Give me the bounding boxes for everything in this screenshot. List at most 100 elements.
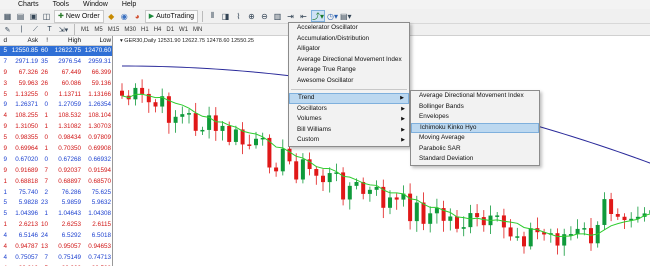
- text-tool-icon[interactable]: T: [44, 24, 55, 36]
- table-cell: 0.68897: [58, 177, 81, 185]
- menu-charts[interactable]: Charts: [18, 0, 39, 9]
- new-order-icon: ✚: [58, 13, 64, 20]
- timeframe-d1[interactable]: D1: [165, 27, 175, 33]
- menu-item-accelerator-oscillator[interactable]: Accelerator Oscillator: [289, 23, 409, 34]
- table-cell: 26: [40, 79, 48, 87]
- signals-icon[interactable]: ◕: [132, 10, 143, 22]
- candle-body: [193, 113, 198, 131]
- table-row[interactable]: 9 0.67020 0 0.67268 0.66932: [0, 154, 112, 165]
- table-row[interactable]: 9 0.91689 7 0.92037 0.91594: [0, 165, 112, 176]
- market-icon[interactable]: ◉: [119, 10, 130, 22]
- table-row[interactable]: 5 12550.85 60 12622.75 12470.60: [0, 45, 112, 56]
- zoom-in-icon[interactable]: ⊕: [246, 10, 257, 22]
- table-row[interactable]: 1 2.6213 10 2.6253 2.6115: [0, 219, 112, 230]
- timeframe-m5[interactable]: M5: [93, 27, 103, 33]
- table-cell: 4: [3, 232, 7, 240]
- menu-window[interactable]: Window: [83, 0, 108, 9]
- submenu-item-moving-average[interactable]: Moving Average: [411, 133, 539, 144]
- submenu-item-envelopes[interactable]: Envelopes: [411, 112, 539, 123]
- new-chart-icon[interactable]: ▦: [2, 10, 13, 22]
- table-cell: 9: [3, 144, 7, 152]
- templates-icon[interactable]: ▤▾: [340, 10, 352, 22]
- menu-item-alligator[interactable]: Alligator: [289, 44, 409, 55]
- tile-windows-icon[interactable]: ▥: [272, 10, 283, 22]
- navigator-icon[interactable]: ◫: [41, 10, 52, 22]
- timeframe-m15[interactable]: M15: [107, 27, 121, 33]
- indicators-icon[interactable]: ⤴▾: [310, 10, 325, 22]
- bar-chart-icon[interactable]: ⫴: [207, 10, 218, 22]
- candle-body: [374, 186, 379, 190]
- trendline-icon[interactable]: ⟋: [30, 24, 41, 36]
- menu-item-awesome-oscillator[interactable]: Awesome Oscillator: [289, 76, 409, 87]
- metaeditor-icon[interactable]: ◆: [106, 10, 117, 22]
- submenu-item-parabolic-sar[interactable]: Parabolic SAR: [411, 144, 539, 155]
- column-header[interactable]: High: [50, 36, 83, 46]
- timeframe-h1[interactable]: H1: [140, 27, 150, 33]
- candle-body: [414, 202, 419, 222]
- vertical-line-icon[interactable]: |: [16, 24, 27, 36]
- menu-item-volumes[interactable]: Volumes ▶: [289, 114, 409, 125]
- table-row[interactable]: 1 0.68818 7 0.68897 0.68570: [0, 176, 112, 187]
- candle-body: [455, 216, 459, 229]
- submenu-item-standard-deviation[interactable]: Standard Deviation: [411, 154, 539, 165]
- table-row[interactable]: 9 1.26371 0 1.27059 1.26354: [0, 99, 112, 110]
- column-header[interactable]: d: [0, 36, 9, 46]
- menu-item-oscillators[interactable]: Oscillators ▶: [289, 104, 409, 115]
- table-row[interactable]: 4 0.75057 7 0.75149 0.74713: [0, 252, 112, 263]
- menu-item-average-true-range[interactable]: Average True Range: [289, 65, 409, 76]
- candlestick-icon[interactable]: ◨: [220, 10, 231, 22]
- column-header[interactable]: !: [40, 36, 50, 46]
- timeframe-w1[interactable]: W1: [178, 27, 189, 33]
- table-cell: 12470.60: [83, 45, 112, 56]
- periods-icon[interactable]: ◷▾: [327, 10, 338, 22]
- submenu-item-admi[interactable]: Average Directional Movement Index: [411, 91, 539, 102]
- column-header[interactable]: Low: [83, 36, 112, 46]
- timeframe-mn[interactable]: MN: [192, 27, 203, 33]
- line-chart-icon[interactable]: ⌇: [233, 10, 244, 22]
- arrow-tool-icon[interactable]: ⇲▾: [58, 24, 69, 36]
- menu-item-bill-williams[interactable]: Bill Williams ▶: [289, 125, 409, 136]
- candle-body: [622, 216, 627, 221]
- table-cell: 10: [40, 221, 48, 229]
- table-row[interactable]: 5 1.04396 1 1.04643 1.04308: [0, 208, 112, 219]
- table-row[interactable]: 9 67.326 26 67.449 66.399: [0, 67, 112, 78]
- submenu-item-ichimoku[interactable]: Ichimoku Kinko Hyo: [411, 122, 539, 133]
- column-header[interactable]: Ask: [9, 36, 40, 46]
- table-row[interactable]: 5 1.13255 0 1.13711 1.13166: [0, 89, 112, 100]
- market-watch-icon[interactable]: ▣: [28, 10, 39, 22]
- candle-body: [515, 236, 520, 238]
- new-order-button[interactable]: ✚ New Order: [54, 9, 104, 23]
- menu-item-trend[interactable]: Trend ▶: [289, 93, 409, 104]
- autoscroll-icon[interactable]: ⇥: [285, 10, 296, 22]
- table-cell: 0: [44, 155, 48, 163]
- menu-item-accumulation-distribution[interactable]: Accumulation/Distribution: [289, 34, 409, 45]
- table-row[interactable]: 7 2971.19 35 2976.54 2959.31: [0, 56, 112, 67]
- table-row[interactable]: 4 6.5146 24 6.5292 6.5018: [0, 230, 112, 241]
- timeframe-h4[interactable]: H4: [153, 27, 163, 33]
- menu-item-custom[interactable]: Custom ▶: [289, 135, 409, 146]
- chart-dropdown-icon[interactable]: ▾: [120, 38, 123, 44]
- table-cell: 2976.54: [58, 57, 81, 65]
- chart-shift-icon[interactable]: ⇤: [298, 10, 309, 22]
- table-row[interactable]: 9 0.69964 1 0.70350 0.69908: [0, 143, 112, 154]
- menu-tools[interactable]: Tools: [53, 0, 69, 9]
- autotrading-button[interactable]: ▶ AutoTrading: [144, 9, 198, 23]
- zoom-out-icon[interactable]: ⊖: [259, 10, 270, 22]
- table-row[interactable]: 5 0.98355 0 0.98434 0.97809: [0, 132, 112, 143]
- menu-item-admi[interactable]: Average Directional Movement Index: [289, 55, 409, 66]
- timeframe-m30[interactable]: M30: [123, 27, 137, 33]
- crosshair-icon[interactable]: ✎: [2, 24, 13, 36]
- table-row[interactable]: 5 5.9828 23 5.9859 5.9632: [0, 197, 112, 208]
- table-row[interactable]: 4 0.94787 13 0.95057 0.94653: [0, 241, 112, 252]
- menu-help[interactable]: Help: [122, 0, 136, 9]
- timeframe-m1[interactable]: M1: [80, 27, 90, 33]
- table-row[interactable]: 3 59.963 26 60.086 59.136: [0, 78, 112, 89]
- table-row[interactable]: 1 75.740 2 76.286 75.625: [0, 187, 112, 198]
- candle-body: [300, 159, 305, 180]
- table-cell: 1.04643: [58, 210, 81, 218]
- table-row[interactable]: 9 1.31050 1 1.31082 1.30703: [0, 121, 112, 132]
- table-row[interactable]: 4 108.255 1 108.532 108.104: [0, 110, 112, 121]
- submenu-item-bollinger-bands[interactable]: Bollinger Bands: [411, 102, 539, 113]
- table-cell: 1.13255: [15, 90, 38, 98]
- profiles-icon[interactable]: ▤: [15, 10, 26, 22]
